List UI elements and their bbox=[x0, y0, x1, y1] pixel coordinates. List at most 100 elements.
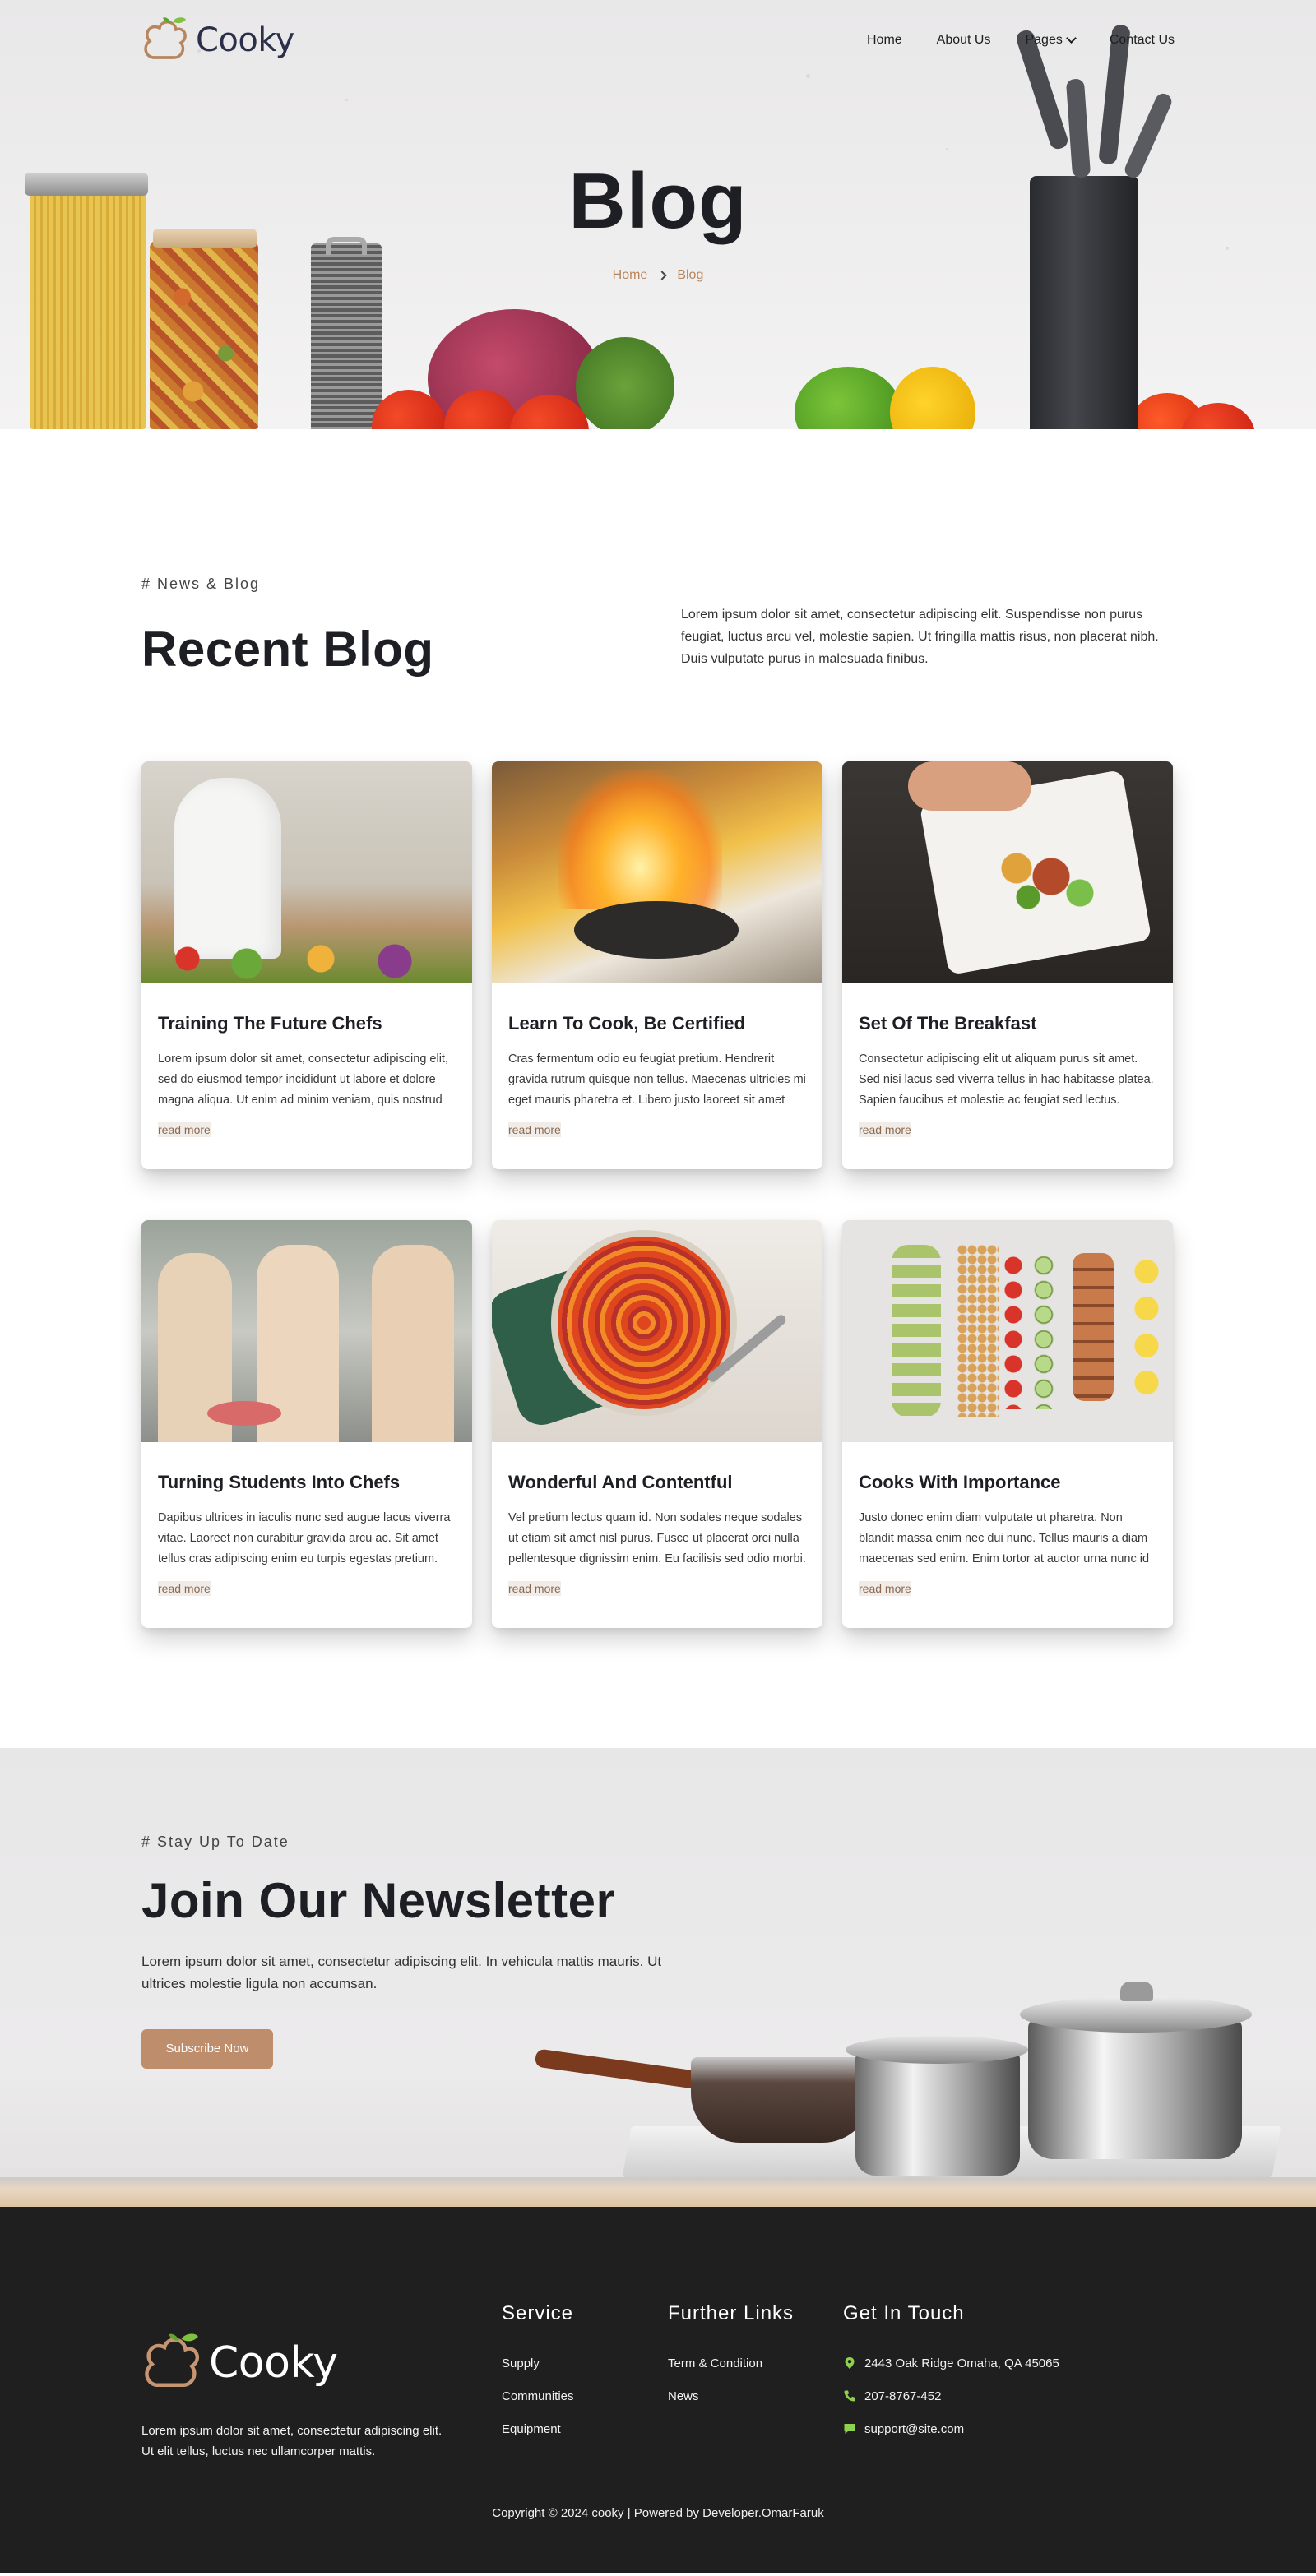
contact-email-text: support@site.com bbox=[864, 2421, 965, 2436]
yellow-pepper bbox=[890, 367, 975, 429]
section-title: Recent Blog bbox=[141, 622, 434, 677]
blog-card[interactable]: Training The Future Chefs Lorem ipsum do… bbox=[141, 761, 472, 1169]
nav-pages-label: Pages bbox=[1025, 33, 1063, 47]
nav-home-label: Home bbox=[866, 33, 902, 47]
section-description: Lorem ipsum dolor sit amet, consectetur … bbox=[681, 608, 1159, 666]
nav-contact-label: Contact Us bbox=[1109, 33, 1175, 47]
blog-card-body: Set Of The Breakfast Consectetur adipisc… bbox=[842, 983, 1173, 1138]
blog-card-excerpt: Cras fermentum odio eu feugiat pretium. … bbox=[508, 1052, 806, 1107]
flame bbox=[558, 770, 722, 909]
contact-phone-text: 207-8767-452 bbox=[864, 2389, 942, 2403]
footer-logo[interactable]: Cooky bbox=[141, 2330, 338, 2396]
plated-food bbox=[982, 835, 1097, 918]
blog-card-image bbox=[492, 761, 822, 983]
chevron-right-icon bbox=[657, 271, 667, 280]
chickpeas bbox=[957, 1245, 999, 1417]
chef-figure bbox=[174, 778, 281, 959]
blog-card-body: Training The Future Chefs Lorem ipsum do… bbox=[141, 983, 472, 1138]
blog-card-title[interactable]: Cooks With Importance bbox=[859, 1472, 1156, 1493]
grill-pan bbox=[574, 901, 739, 959]
newsletter-eyebrow: # Stay Up To Date bbox=[141, 1834, 290, 1850]
blog-card[interactable]: Set Of The Breakfast Consectetur adipisc… bbox=[842, 761, 1173, 1169]
blog-card-excerpt: Consectetur adipiscing elit ut aliquam p… bbox=[859, 1052, 1154, 1107]
wooden-counter bbox=[0, 2177, 1316, 2207]
blog-card-image bbox=[842, 761, 1173, 983]
blog-card-image bbox=[141, 761, 472, 983]
blog-card-body: Wonderful And Contentful Vel pretium lec… bbox=[492, 1442, 822, 1597]
read-more-link[interactable]: read more bbox=[859, 1581, 911, 1596]
hand bbox=[908, 761, 1031, 811]
breadcrumb-current: Blog bbox=[677, 268, 704, 282]
read-more-link[interactable]: read more bbox=[859, 1122, 911, 1137]
footer-service-column: Service Supply Communities Equipment bbox=[502, 2302, 574, 2445]
pot-lid bbox=[846, 2036, 1028, 2064]
footer-service-title: Service bbox=[502, 2302, 574, 2324]
blog-card-title[interactable]: Wonderful And Contentful bbox=[508, 1472, 806, 1493]
broccoli bbox=[576, 337, 674, 429]
brand-name: Cooky bbox=[196, 21, 294, 59]
read-more-link[interactable]: read more bbox=[158, 1581, 211, 1596]
blog-card-excerpt: Justo donec enim diam vulputate ut phare… bbox=[859, 1511, 1150, 1565]
newsletter-title: Join Our Newsletter bbox=[141, 1873, 616, 1928]
blog-card-excerpt: Lorem ipsum dolor sit amet, consectetur … bbox=[158, 1052, 448, 1107]
copyright: Copyright © 2024 cooky | Powered by Deve… bbox=[492, 2506, 824, 2520]
cucumber-slices bbox=[1031, 1253, 1056, 1409]
newsletter-section: # Stay Up To Date Join Our Newsletter Lo… bbox=[0, 1748, 1316, 2207]
avocado-slices bbox=[892, 1245, 941, 1417]
blog-card-title[interactable]: Learn To Cook, Be Certified bbox=[508, 1013, 806, 1034]
read-more-link[interactable]: read more bbox=[508, 1581, 561, 1596]
tomatoes bbox=[1003, 1253, 1024, 1409]
nav-about-label: About Us bbox=[936, 33, 991, 47]
newsletter-text: Lorem ipsum dolor sit amet, consectetur … bbox=[141, 1954, 662, 1991]
breadcrumb-home[interactable]: Home bbox=[613, 268, 648, 283]
pink-plate bbox=[207, 1401, 281, 1426]
footer-link-communities[interactable]: Communities bbox=[502, 2379, 574, 2412]
blog-card[interactable]: Cooks With Importance Justo donec enim d… bbox=[842, 1220, 1173, 1628]
footer-link-news[interactable]: News bbox=[668, 2379, 794, 2412]
footer-contact-title: Get In Touch bbox=[843, 2302, 965, 2324]
vegetables bbox=[158, 934, 454, 983]
large-pot bbox=[1028, 2019, 1242, 2159]
student-figure bbox=[372, 1245, 454, 1442]
blog-card-title[interactable]: Turning Students Into Chefs bbox=[158, 1472, 456, 1493]
section-heading-group: # News & Blog Recent Blog bbox=[141, 576, 434, 678]
hero-banner: Cooky Home About Us Pages Contact Us Blo… bbox=[0, 0, 1316, 429]
blog-card-excerpt: Vel pretium lectus quam id. Non sodales … bbox=[508, 1511, 806, 1565]
newsletter-content: # Stay Up To Date Join Our Newsletter Lo… bbox=[141, 1834, 684, 2069]
blog-card-excerpt: Dapibus ultrices in iaculis nunc sed aug… bbox=[158, 1511, 451, 1565]
lemon-slices bbox=[1130, 1253, 1163, 1401]
chef-hat-logo-icon bbox=[141, 15, 189, 66]
contact-phone[interactable]: 207-8767-452 bbox=[843, 2379, 1059, 2412]
footer-link-supply[interactable]: Supply bbox=[502, 2347, 574, 2379]
nav-home[interactable]: Home bbox=[867, 33, 902, 48]
site-header: Cooky Home About Us Pages Contact Us bbox=[0, 0, 1316, 89]
read-more-link[interactable]: read more bbox=[508, 1122, 561, 1137]
wall-texture bbox=[345, 99, 348, 101]
blog-card-title[interactable]: Set Of The Breakfast bbox=[859, 1013, 1156, 1034]
blog-card-image bbox=[141, 1220, 472, 1442]
contact-email[interactable]: support@site.com bbox=[843, 2412, 1059, 2445]
footer-contact-column: Get In Touch 2443 Oak Ridge Omaha, QA 45… bbox=[843, 2302, 1059, 2445]
footer-links-column: Further Links Term & Condition News bbox=[668, 2302, 794, 2412]
nav-about-us[interactable]: About Us bbox=[937, 33, 991, 48]
blog-card-title[interactable]: Training The Future Chefs bbox=[158, 1013, 456, 1034]
blog-card-image bbox=[842, 1220, 1173, 1442]
blog-card[interactable]: Turning Students Into Chefs Dapibus ultr… bbox=[141, 1220, 472, 1628]
brand-logo[interactable]: Cooky bbox=[141, 15, 294, 66]
blog-card[interactable]: Learn To Cook, Be Certified Cras ferment… bbox=[492, 761, 822, 1169]
footer-link-terms[interactable]: Term & Condition bbox=[668, 2347, 794, 2379]
nav-contact-us[interactable]: Contact Us bbox=[1110, 33, 1175, 48]
read-more-link[interactable]: read more bbox=[158, 1122, 211, 1137]
blog-card[interactable]: Wonderful And Contentful Vel pretium lec… bbox=[492, 1220, 822, 1628]
footer-link-equipment[interactable]: Equipment bbox=[502, 2412, 574, 2445]
blog-card-body: Turning Students Into Chefs Dapibus ultr… bbox=[141, 1442, 472, 1597]
grilled-chicken bbox=[1073, 1253, 1114, 1401]
section-header: # News & Blog Recent Blog Lorem ipsum do… bbox=[141, 576, 1175, 678]
nav-pages-dropdown[interactable]: Pages bbox=[1025, 33, 1077, 48]
blog-card-body: Cooks With Importance Justo donec enim d… bbox=[842, 1442, 1173, 1597]
subscribe-button[interactable]: Subscribe Now bbox=[141, 2029, 273, 2069]
footer-brand-name: Cooky bbox=[209, 2338, 338, 2388]
frying-pan bbox=[691, 2057, 872, 2143]
footer-links-title: Further Links bbox=[668, 2302, 795, 2324]
contact-address-text: 2443 Oak Ridge Omaha, QA 45065 bbox=[864, 2356, 1059, 2370]
